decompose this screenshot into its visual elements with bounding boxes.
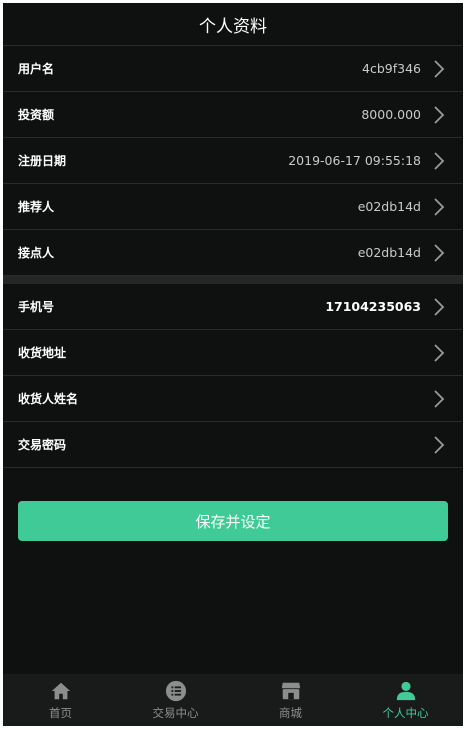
chevron-right-icon [434,105,445,124]
tab-label: 交易中心 [152,705,199,720]
chevron-right-icon [434,151,445,170]
row-value: e02db14d [357,199,421,214]
bottom-tab-bar: 首页 交易中心 商城 个人中心 [3,674,463,726]
row-label: 接点人 [18,246,55,260]
tab-label: 首页 [49,705,72,720]
row-value: 8000.000 [361,107,421,122]
list-icon [165,680,186,701]
row-label: 注册日期 [18,154,67,168]
row-value: 4cb9f346 [362,61,421,76]
chevron-right-icon [434,243,445,262]
detail-list: 手机号 17104235063 收货地址 收货人姓名 交易密码 [3,284,463,468]
section-divider [3,276,463,284]
row-label: 投资额 [18,108,55,122]
row-contact-person[interactable]: 接点人 e02db14d [3,230,463,276]
tab-label: 商城 [279,705,302,720]
store-icon [281,682,300,699]
tab-personal-center[interactable]: 个人中心 [348,674,463,726]
row-label: 收货人姓名 [18,392,79,406]
page-title: 个人资料 [199,16,267,37]
row-value: 2019-06-17 09:55:18 [288,153,421,168]
row-username[interactable]: 用户名 4cb9f346 [3,46,463,92]
row-label: 用户名 [18,62,55,76]
save-button-container: 保存并设定 [3,468,463,541]
user-icon [396,681,415,700]
tab-mall[interactable]: 商城 [233,674,348,726]
app-screen: 个人资料 用户名 4cb9f346 投资额 8000.000 注册日期 2019… [3,3,463,726]
row-value: e02db14d [357,245,421,260]
chevron-right-icon [434,435,445,454]
row-referrer[interactable]: 推荐人 e02db14d [3,184,463,230]
row-label: 推荐人 [18,200,55,214]
chevron-right-icon [434,343,445,362]
row-label: 交易密码 [18,438,67,452]
chevron-right-icon [434,197,445,216]
profile-list: 用户名 4cb9f346 投资额 8000.000 注册日期 2019-06-1… [3,46,463,276]
row-recipient-name[interactable]: 收货人姓名 [3,376,463,422]
row-register-date[interactable]: 注册日期 2019-06-17 09:55:18 [3,138,463,184]
row-phone[interactable]: 手机号 17104235063 [3,284,463,330]
chevron-right-icon [434,389,445,408]
page-header: 个人资料 [3,3,463,46]
save-button[interactable]: 保存并设定 [18,501,448,541]
row-shipping-address[interactable]: 收货地址 [3,330,463,376]
tab-label: 个人中心 [382,705,429,720]
row-value: 17104235063 [325,299,421,314]
chevron-right-icon [434,297,445,316]
tab-trade-center[interactable]: 交易中心 [118,674,233,726]
row-label: 手机号 [18,300,55,314]
chevron-right-icon [434,59,445,78]
tab-home[interactable]: 首页 [3,674,118,726]
home-icon [51,682,70,699]
row-label: 收货地址 [18,346,67,360]
row-investment[interactable]: 投资额 8000.000 [3,92,463,138]
row-trade-password[interactable]: 交易密码 [3,422,463,468]
